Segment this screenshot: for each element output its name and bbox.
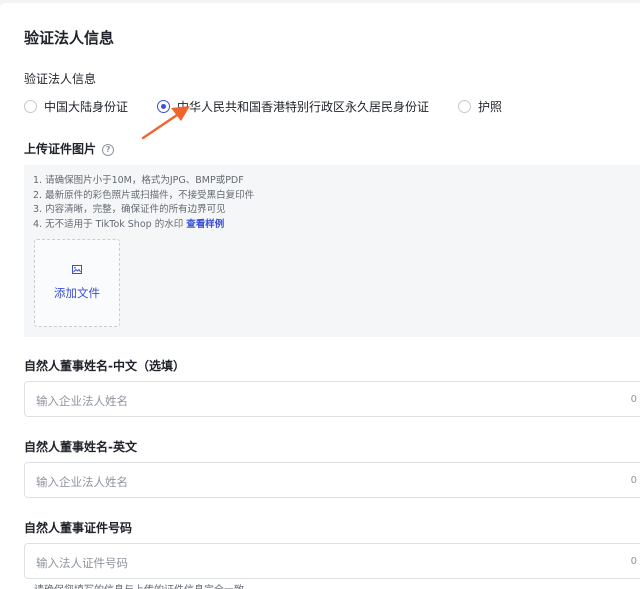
char-count: 0 [630, 394, 637, 405]
field-label-name-cn: 自然人董事姓名-中文（选填） [24, 359, 185, 373]
radio-passport[interactable]: 护照 [458, 98, 502, 115]
name-en-input[interactable]: 输入企业法人姓名 0 [24, 462, 640, 498]
view-example-link[interactable]: 查看样例 [186, 219, 224, 230]
char-count: 0 [630, 475, 637, 486]
note-line: 3. 内容清晰，完整，确保证件的所有边界可见 [33, 204, 226, 215]
upload-label: 上传证件图片 [24, 142, 97, 156]
help-icon[interactable]: ? [102, 144, 115, 156]
radio-label: 中国大陆身份证 [44, 99, 129, 114]
input-placeholder: 输入法人证件号码 [36, 556, 128, 570]
name-cn-input[interactable]: 输入企业法人姓名 0 [24, 381, 640, 417]
radio-mainland-id[interactable]: 中国大陆身份证 [24, 98, 128, 115]
form-card: 验证法人信息 验证法人信息 中国大陆身份证 中华人民共和国香港特别行政区永久居民… [0, 3, 640, 589]
page-title: 验证法人信息 [24, 29, 115, 47]
id-consistency-hint: 请确保您填写的信息与上传的证件信息完全一致 [34, 581, 244, 589]
radio-label: 中华人民共和国香港特别行政区永久居民身份证 [177, 99, 430, 114]
note-line: 4. 无不适用于 TikTok Shop 的水印 [33, 218, 184, 230]
note-line: 2. 最新原件的彩色照片或扫描件，不接受黑白复印件 [33, 189, 255, 201]
char-count: 0 [630, 556, 637, 567]
note-line-with-link: 4. 无不适用于 TikTok Shop 的水印 查看样例 [33, 218, 254, 233]
add-file-label: 添加文件 [54, 286, 100, 300]
upload-area: 1. 请确保图片小于10M，格式为JPG、BMP或PDF 2. 最新原件的彩色照… [24, 165, 640, 337]
radio-label: 护照 [478, 99, 503, 114]
id-type-label: 验证法人信息 [24, 72, 97, 86]
radio-hk-permanent-id[interactable]: 中华人民共和国香港特别行政区永久居民身份证 [157, 98, 429, 115]
field-label-id-number: 自然人董事证件号码 [24, 521, 133, 535]
input-placeholder: 输入企业法人姓名 [36, 475, 128, 489]
image-icon [72, 265, 82, 274]
upload-requirements: 1. 请确保图片小于10M，格式为JPG、BMP或PDF 2. 最新原件的彩色照… [33, 174, 254, 232]
add-file-button[interactable]: 添加文件 [34, 239, 120, 327]
input-placeholder: 输入企业法人姓名 [36, 394, 128, 408]
annotation-arrow-icon [141, 106, 190, 140]
radio-circle [24, 99, 37, 113]
upload-label-row: 上传证件图片? [24, 140, 115, 157]
id-number-input[interactable]: 输入法人证件号码 0 [24, 543, 640, 579]
id-type-radio-group: 中国大陆身份证 中华人民共和国香港特别行政区永久居民身份证 护照 [24, 98, 531, 114]
radio-circle [458, 99, 472, 113]
field-label-name-en: 自然人董事姓名-英文 [24, 440, 137, 454]
note-line: 1. 请确保图片小于10M，格式为JPG、BMP或PDF [33, 175, 244, 186]
